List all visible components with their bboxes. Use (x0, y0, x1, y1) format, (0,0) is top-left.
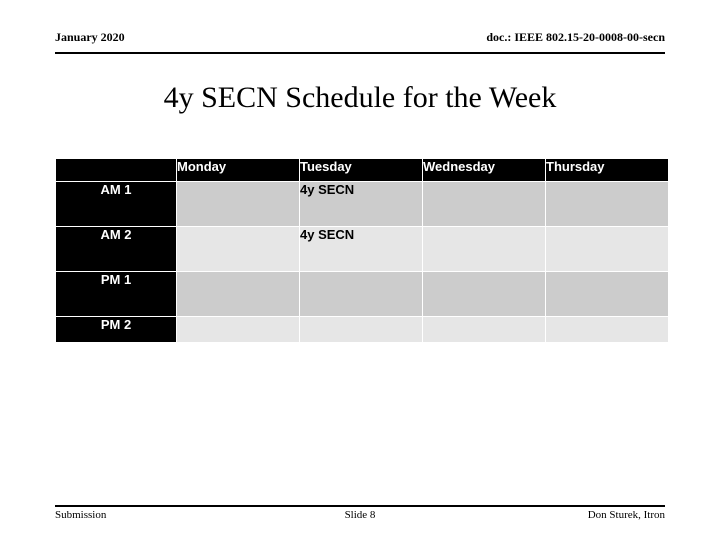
footer-slide-number: Slide 8 (344, 509, 376, 521)
slot-pm2-tuesday (300, 317, 422, 342)
table-row: PM 2 (56, 317, 668, 342)
column-header-thursday: Thursday (546, 159, 668, 181)
row-label-am-1: AM 1 (56, 182, 176, 226)
slot-am2-thursday (546, 227, 668, 271)
slot-pm1-monday (177, 272, 299, 316)
header-doc-ref: doc.: IEEE 802.15-20-0008-00-secn (486, 30, 665, 44)
row-label-pm-1: PM 1 (56, 272, 176, 316)
slot-am1-wednesday (423, 182, 545, 226)
row-label-am-2: AM 2 (56, 227, 176, 271)
slot-am2-tuesday: 4y SECN (300, 227, 422, 271)
slot-am2-wednesday (423, 227, 545, 271)
slot-am1-monday (177, 182, 299, 226)
column-header-tuesday: Tuesday (300, 159, 422, 181)
slot-pm2-wednesday (423, 317, 545, 342)
slot-am2-monday (177, 227, 299, 271)
page-title: 4y SECN Schedule for the Week (163, 81, 557, 114)
slot-am1-thursday (546, 182, 668, 226)
table-header-row: Monday Tuesday Wednesday Thursday (56, 159, 668, 181)
table-row: AM 1 4y SECN (56, 182, 668, 226)
schedule-table: Monday Tuesday Wednesday Thursday AM 1 4… (55, 158, 669, 343)
schedule-table-container: Monday Tuesday Wednesday Thursday AM 1 4… (55, 158, 669, 343)
slot-pm1-thursday (546, 272, 668, 316)
header-corner-cell (56, 159, 176, 181)
slot-pm1-wednesday (423, 272, 545, 316)
table-row: PM 1 (56, 272, 668, 316)
column-header-wednesday: Wednesday (423, 159, 545, 181)
slide-header: January 2020 doc.: IEEE 802.15-20-0008-0… (55, 30, 665, 54)
slot-pm1-tuesday (300, 272, 422, 316)
slot-pm2-thursday (546, 317, 668, 342)
header-date: January 2020 (55, 30, 125, 44)
column-header-monday: Monday (177, 159, 299, 181)
slide-footer: Submission Slide 8 Don Sturek, Itron (55, 505, 665, 522)
slot-pm2-monday (177, 317, 299, 342)
row-label-pm-2: PM 2 (56, 317, 176, 342)
slot-am1-tuesday: 4y SECN (300, 182, 422, 226)
table-row: AM 2 4y SECN (56, 227, 668, 271)
